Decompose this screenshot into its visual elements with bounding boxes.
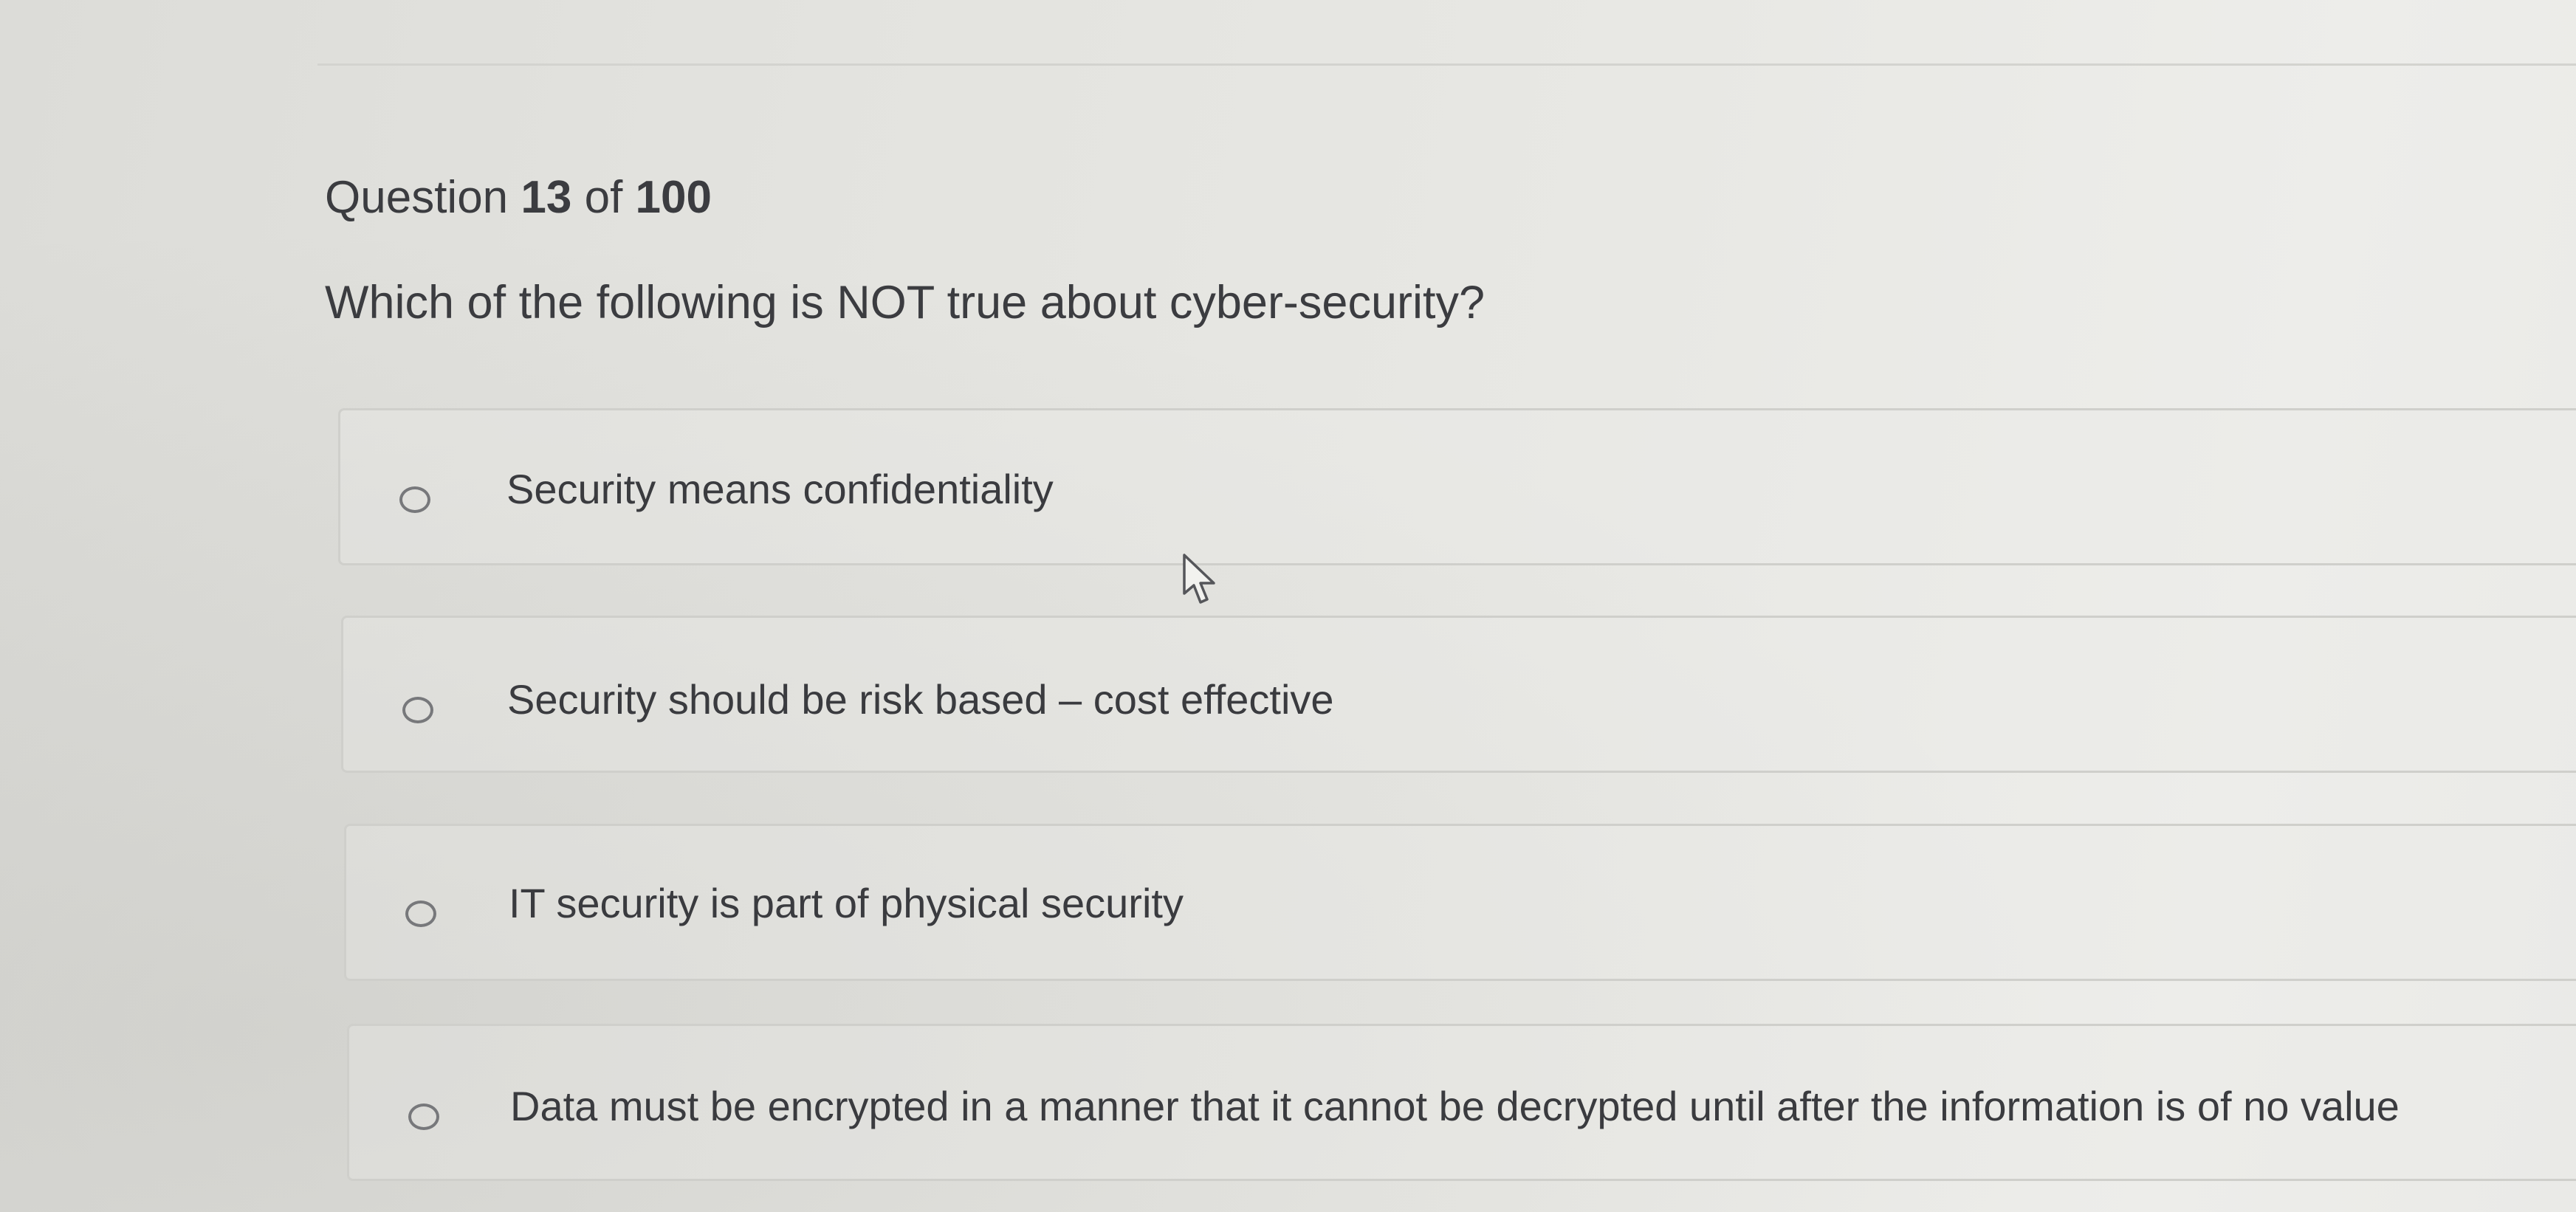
answer-option-label: Security means confidentiality (506, 466, 1054, 512)
current-question-number: 13 (521, 172, 572, 223)
answer-option-label: Security should be risk based – cost eff… (507, 676, 1334, 723)
question-prompt: Which of the following is NOT true about… (325, 277, 1486, 328)
header-divider (317, 63, 2576, 66)
answer-option-2[interactable]: Security should be risk based – cost eff… (341, 616, 2576, 773)
answer-option-label: Data must be encrypted in a manner that … (510, 1083, 2400, 1129)
counter-prefix: Question (325, 172, 509, 223)
radio-button-icon[interactable] (399, 486, 430, 513)
total-questions: 100 (635, 172, 712, 223)
answer-option-3[interactable]: IT security is part of physical security (344, 824, 2576, 981)
radio-button-icon[interactable] (408, 1103, 439, 1130)
radio-button-icon[interactable] (405, 901, 436, 927)
counter-of: of (584, 172, 623, 223)
answer-option-4[interactable]: Data must be encrypted in a manner that … (347, 1024, 2576, 1181)
radio-button-icon[interactable] (402, 697, 433, 723)
mouse-pointer-icon (1183, 554, 1215, 604)
answer-option-1[interactable]: Security means confidentiality (338, 408, 2576, 565)
question-counter: Question 13 of 100 (325, 171, 712, 224)
answer-option-label: IT security is part of physical security (509, 880, 1184, 926)
